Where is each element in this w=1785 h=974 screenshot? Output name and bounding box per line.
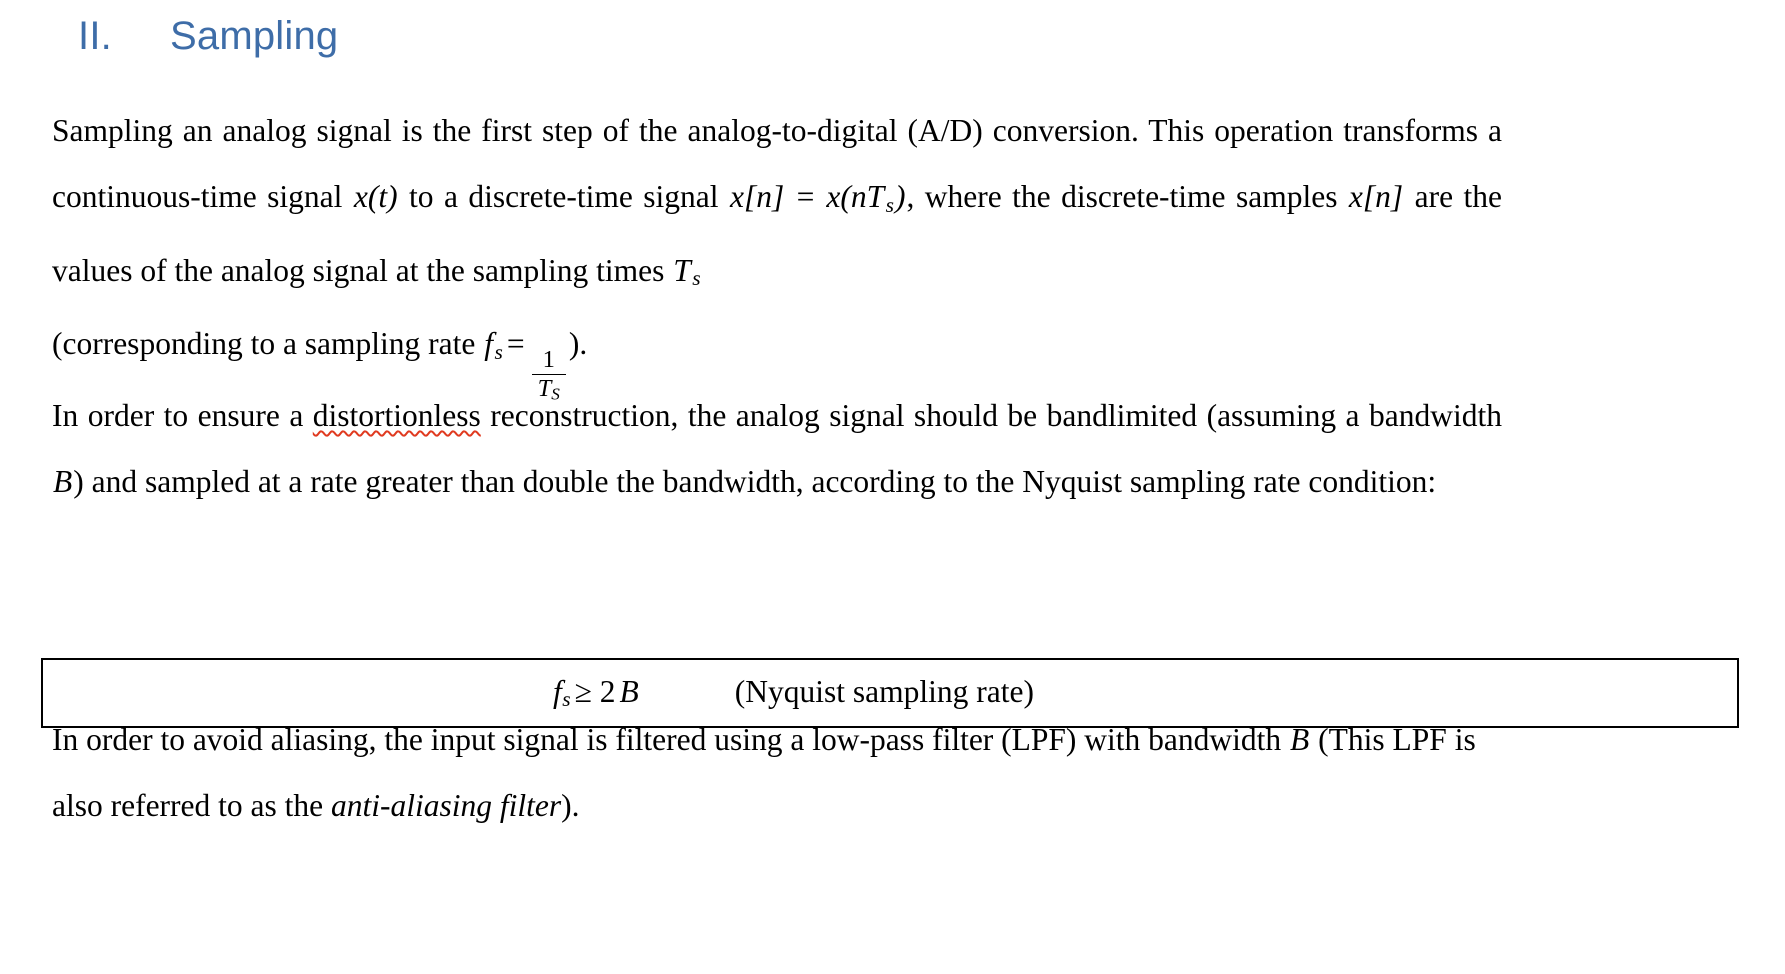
p2-text-a: In order to ensure a xyxy=(52,398,313,433)
p1-text-b: to a discrete-time signal xyxy=(398,179,729,214)
p1-text-e: (corresponding to a sampling rate xyxy=(52,326,484,362)
math-sampling-time-Ts: Ts xyxy=(672,252,701,291)
misspelled-word-distortionless[interactable]: distortionless xyxy=(313,398,481,433)
p2-text-b: reconstruction, the analog signal should… xyxy=(480,398,1502,433)
math-bandwidth-B-2: B xyxy=(1290,722,1310,757)
equation-caption: (Nyquist sampling rate) xyxy=(734,673,1034,709)
p3-text-c: ). xyxy=(561,788,580,823)
math-xn-eq-main: x[n] = x(nT xyxy=(729,179,885,214)
math-equals-sign: = xyxy=(506,326,525,362)
math-x-of-t: x(t) xyxy=(353,179,398,214)
section-number: II. xyxy=(78,14,112,58)
section-heading: II. Sampling xyxy=(78,14,338,59)
math-x-bracket-n: x[n] xyxy=(1348,179,1404,214)
math-xn-close-paren: ) xyxy=(894,179,906,214)
math-xn-subscript: s xyxy=(885,192,894,217)
section-title: Sampling xyxy=(170,14,339,58)
paragraph-sampling-definition: Sampling an analog signal is the first s… xyxy=(52,98,1502,402)
math-fs-var: f xyxy=(484,326,494,362)
math-eq-fs-var: f xyxy=(553,673,562,709)
paragraph-antialiasing-filter: In order to avoid aliasing, the input si… xyxy=(52,707,1502,839)
document-page: II. Sampling Sampling an analog signal i… xyxy=(0,0,1785,974)
math-eq-B: B xyxy=(619,673,639,709)
math-fs-subscript: s xyxy=(494,340,503,365)
math-bandwidth-B: B xyxy=(53,464,73,499)
italic-term-anti-aliasing-filter: anti-aliasing filter xyxy=(331,788,562,823)
math-greater-equal-2: ≥ 2 xyxy=(574,673,616,709)
p3-text-a: In order to avoid aliasing, the input si… xyxy=(52,722,1290,757)
p1-text-c: , where the discrete-time samples xyxy=(906,179,1348,214)
p1-text-f: ). xyxy=(568,326,588,362)
math-Ts-subscript: s xyxy=(692,266,701,291)
math-fs-definition: fs = 1 TS xyxy=(483,326,569,402)
fraction-numerator: 1 xyxy=(542,346,555,374)
math-xn-equals-xnts: x[n] = x(nTs) xyxy=(729,179,906,217)
math-Ts-var: T xyxy=(673,252,691,288)
paragraph-nyquist-condition: In order to ensure a distortionless reco… xyxy=(52,383,1502,515)
p2-text-c: ) and sampled at a rate greater than dou… xyxy=(73,464,1437,499)
